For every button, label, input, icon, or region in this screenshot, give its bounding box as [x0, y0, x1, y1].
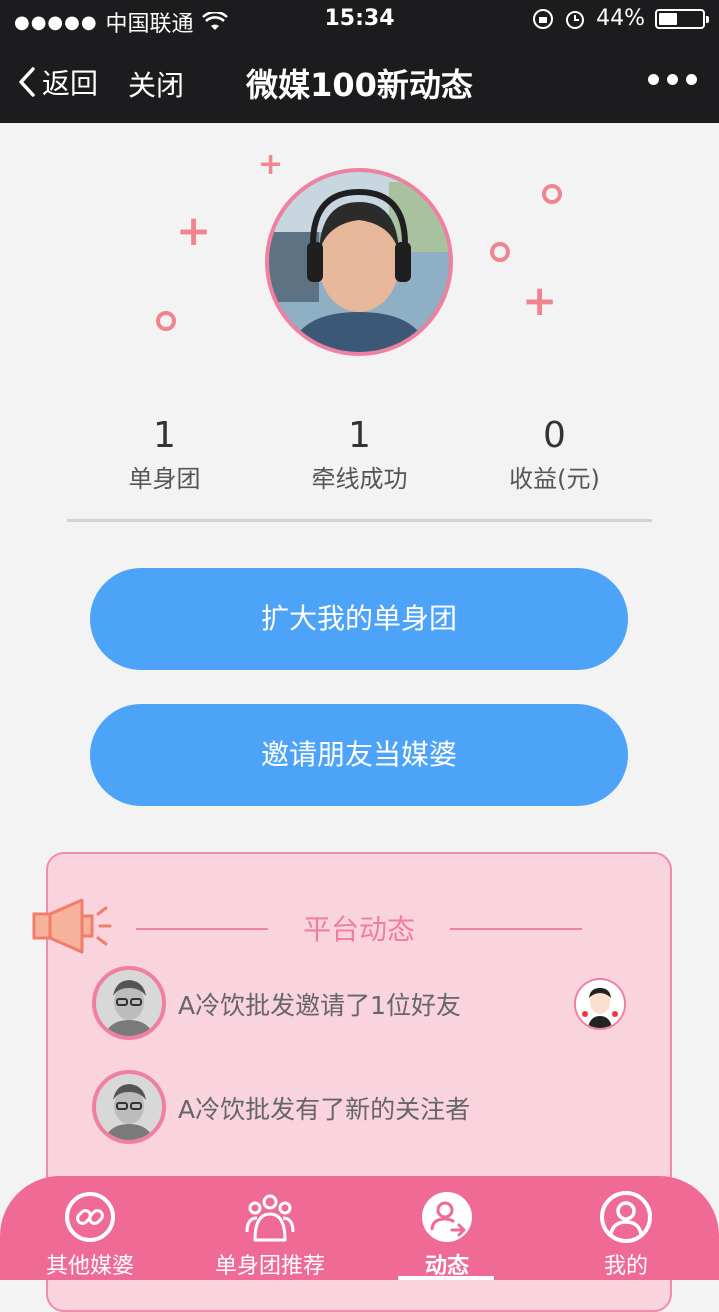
- feed-item[interactable]: A冷饮批发邀请了1位好友: [92, 966, 632, 1042]
- plus-decoration: +: [522, 276, 558, 325]
- stats-row: 1 单身团 1 牵线成功 0 收益(元): [67, 415, 652, 505]
- tab-mine[interactable]: 我的: [561, 1176, 691, 1280]
- feed-avatar-photo: [96, 970, 162, 1036]
- expand-group-button[interactable]: 扩大我的单身团: [90, 568, 628, 670]
- stat-label: 牵线成功: [311, 465, 408, 493]
- tab-label: 其他媒婆: [45, 1254, 134, 1279]
- status-bar: ●●●●● 中国联通 15:34 44%: [0, 0, 719, 40]
- link-icon: [65, 1192, 115, 1242]
- stat-value: 1: [153, 415, 176, 456]
- more-options-button[interactable]: [648, 74, 697, 85]
- avatar-photo: [269, 172, 449, 352]
- feed-text: A冷饮批发邀请了1位好友: [178, 991, 462, 1020]
- bottom-tab-bar: 其他媒婆 单身团推荐 动态 我的: [0, 1176, 719, 1280]
- stats-divider: [67, 519, 652, 522]
- tab-singles-recommend[interactable]: 单身团推荐: [205, 1176, 335, 1280]
- platform-title-wrap: 平台动态: [136, 908, 582, 948]
- tab-label: 我的: [603, 1254, 648, 1279]
- stat-value: 1: [348, 415, 371, 456]
- circle-decoration: [156, 311, 176, 331]
- invite-friends-button[interactable]: 邀请朋友当媒婆: [90, 704, 628, 806]
- megaphone-icon: [32, 898, 112, 954]
- stat-label: 收益(元): [509, 465, 600, 493]
- user-share-icon: [422, 1192, 472, 1242]
- nav-bar: 返回 关闭 微媒100新动态: [0, 40, 719, 123]
- alarm-icon: [566, 10, 585, 29]
- plus-decoration: +: [258, 147, 284, 182]
- feed-text: A冷饮批发有了新的关注者: [178, 1095, 471, 1124]
- tab-other-matchmakers[interactable]: 其他媒婆: [25, 1176, 155, 1280]
- feed-item[interactable]: A冷饮批发有了新的关注者: [92, 1070, 632, 1146]
- stat-value: 0: [543, 415, 566, 456]
- battery-fill: [659, 12, 677, 25]
- tab-label: 单身团推荐: [214, 1254, 325, 1279]
- plus-decoration: +: [176, 206, 212, 255]
- profile-avatar[interactable]: [265, 168, 453, 356]
- stat-earnings[interactable]: 0 收益(元): [457, 415, 652, 494]
- cartoon-avatar-image: [576, 980, 624, 1028]
- circle-decoration: [542, 184, 562, 204]
- rotation-lock-icon: [533, 8, 554, 29]
- battery-percent: 44%: [596, 6, 645, 31]
- circle-decoration: [490, 242, 510, 262]
- stat-label: 单身团: [128, 465, 201, 493]
- active-tab-indicator: [398, 1276, 494, 1280]
- more-dot-icon: [667, 74, 678, 85]
- cartoon-avatar-icon: [574, 978, 626, 1030]
- close-button[interactable]: 关闭: [128, 64, 184, 104]
- back-label: 返回: [42, 67, 99, 100]
- page-title: 微媒100新动态: [246, 66, 473, 104]
- stat-matches[interactable]: 1 牵线成功: [262, 415, 457, 494]
- feed-avatar: [92, 966, 166, 1040]
- battery-icon: [655, 8, 709, 29]
- profile-icon: [600, 1191, 652, 1243]
- feed-avatar-photo: [96, 1074, 162, 1140]
- tab-news[interactable]: 动态: [382, 1176, 512, 1280]
- feed-avatar: [92, 1070, 166, 1144]
- more-dot-icon: [686, 74, 697, 85]
- title-line-right: [450, 928, 582, 930]
- more-dot-icon: [648, 74, 659, 85]
- chevron-left-icon: [19, 67, 35, 97]
- back-button[interactable]: 返回: [18, 62, 98, 102]
- stat-singles-group[interactable]: 1 单身团: [67, 415, 262, 494]
- group-icon: [245, 1194, 295, 1242]
